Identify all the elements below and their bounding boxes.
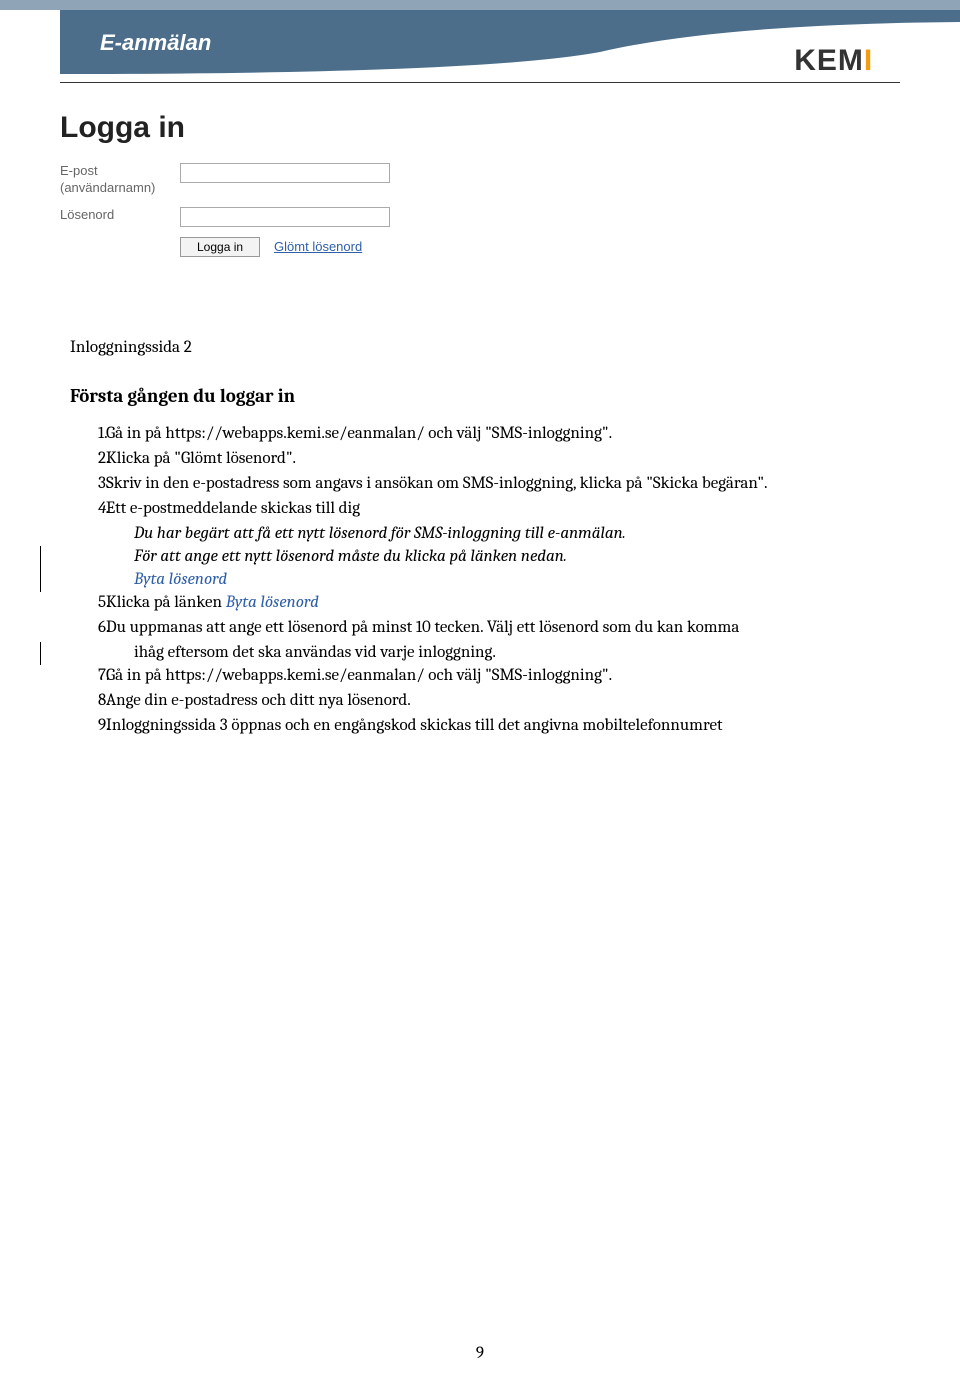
section-heading: Första gången du loggar in	[70, 384, 890, 410]
banner-title: E-anmälan	[100, 30, 211, 55]
divider	[60, 82, 900, 83]
forgot-password-link[interactable]: Glömt lösenord	[274, 239, 362, 254]
logo: KEMI Kemikalieinspektionen	[794, 46, 900, 74]
list-item: 5.Klicka på länken Byta lösenord	[70, 592, 890, 615]
list-item: 2.Klicka på "Glömt lösenord".	[70, 448, 890, 471]
password-label: Lösenord	[60, 207, 180, 224]
login-button[interactable]: Logga in	[180, 237, 260, 257]
figure-caption: Inloggningssida 2	[70, 337, 890, 360]
password-field[interactable]	[180, 207, 390, 227]
email-label: E-post (användarnamn)	[60, 163, 180, 197]
list-item: 1.Gå in på https://webapps.kemi.se/eanma…	[70, 423, 890, 446]
list-item: 8.Ange din e-postadress och ditt nya lös…	[70, 690, 890, 713]
login-form: Logga in E-post (användarnamn) Lösenord …	[60, 111, 960, 257]
page-number: 9	[0, 1344, 960, 1363]
list-item: 7.Gå in på https://webapps.kemi.se/eanma…	[70, 665, 890, 688]
quote-link: Byta lösenord	[134, 569, 890, 592]
banner: E-anmälan KEMI Kemikalieinspektionen	[0, 0, 960, 74]
email-field[interactable]	[180, 163, 390, 183]
quote-line: Du har begärt att få ett nytt lösenord f…	[134, 523, 890, 546]
document-body: Inloggningssida 2 Första gången du logga…	[70, 337, 890, 738]
steps-list: 1.Gå in på https://webapps.kemi.se/eanma…	[70, 423, 890, 521]
list-item: 3.Skriv in den e-postadress som angavs i…	[70, 473, 890, 496]
login-heading: Logga in	[60, 111, 960, 145]
list-item: 6.Du uppmanas att ange ett lösenord på m…	[70, 617, 890, 640]
list-item: 9.Inloggningssida 3 öppnas och en engång…	[70, 715, 890, 738]
list-item: 4.Ett e-postmeddelande skickas till dig	[70, 498, 890, 521]
quote-line: För att ange ett nytt lösenord måste du …	[134, 546, 890, 569]
